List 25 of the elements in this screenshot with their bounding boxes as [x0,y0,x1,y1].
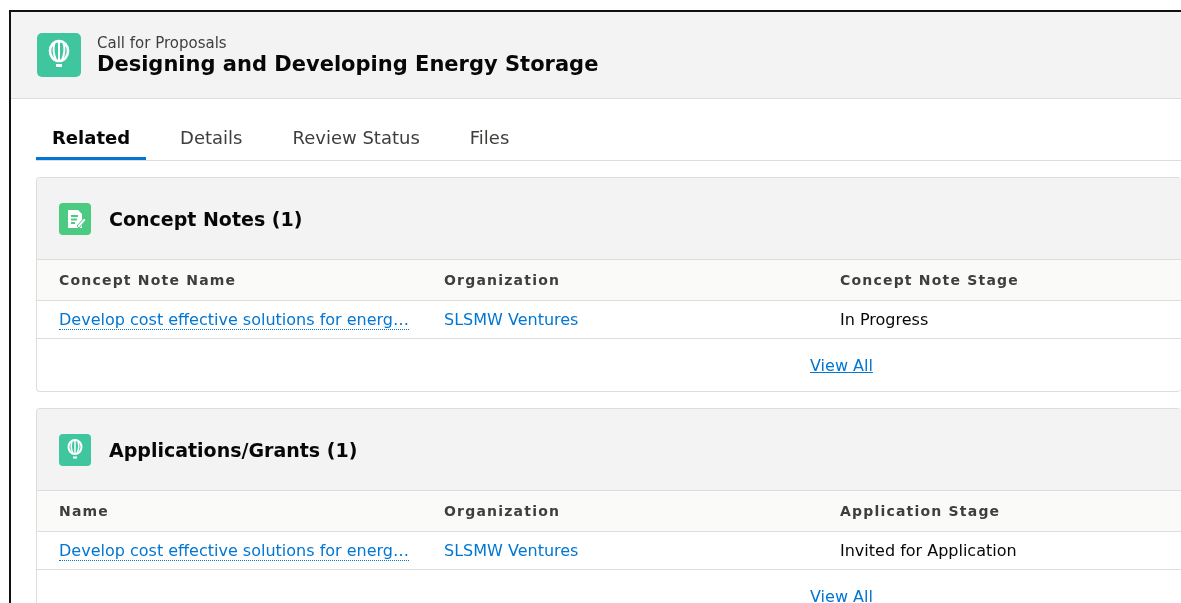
column-header: Concept Note Name [59,272,238,288]
tab[interactable]: Related [36,123,147,160]
column-header: Organization [444,503,562,519]
column-header: Application Stage [840,503,1002,519]
table-cell-text: In Progress [840,310,930,329]
column-header: Organization [444,272,562,288]
balloon-icon [59,433,91,466]
tab[interactable]: Review Status [276,123,436,160]
related-list-title: Concept Notes (1) [109,207,303,230]
tab[interactable]: Details [164,123,259,160]
column-header: Name [59,503,111,519]
record-link[interactable]: Develop cost effective solutions for energ… [59,541,409,561]
view-all-link[interactable]: View All [810,355,873,375]
balloon-icon [37,33,81,77]
record-link[interactable]: SLSMW Ventures [444,541,579,560]
related-list-title: Applications/Grants (1) [109,438,358,461]
table-cell-text: Invited for Application [840,541,1018,560]
object-type-label: Call for Proposals [97,34,228,52]
column-header: Concept Note Stage [840,272,1020,288]
tab[interactable]: Files [453,123,526,160]
view-all-link[interactable]: View All [810,586,873,603]
record-link[interactable]: SLSMW Ventures [444,310,579,329]
record-link[interactable]: Develop cost effective solutions for energ… [59,310,409,330]
record-title: Designing and Developing Energy Storage [97,52,599,76]
note-edit-icon [59,202,91,235]
